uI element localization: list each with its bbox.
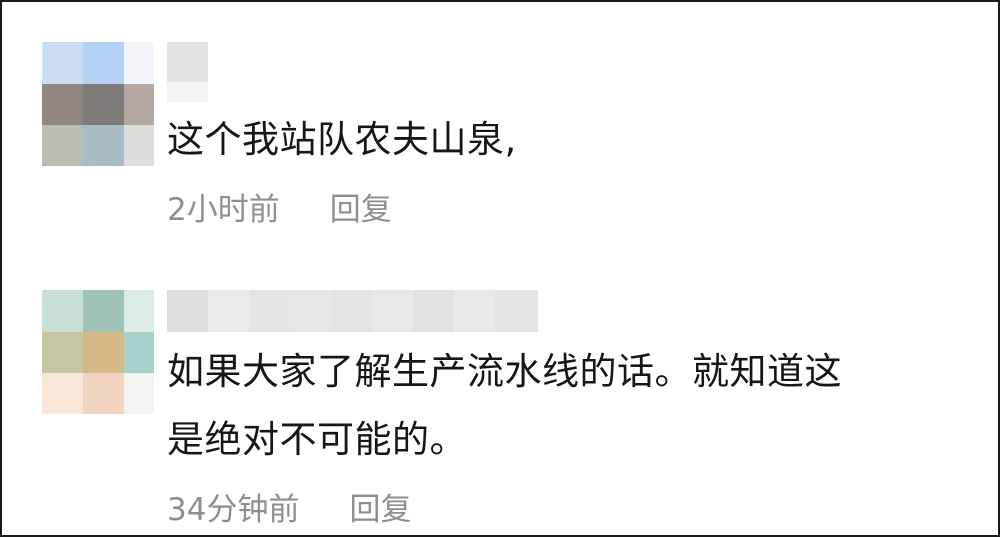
avatar-pixel xyxy=(42,290,83,332)
comment-body: 这个我站队农夫山泉, 2小时前 回复 xyxy=(167,42,978,232)
avatar-pixel xyxy=(42,125,83,166)
avatar-pixel xyxy=(42,42,83,84)
blur-block xyxy=(167,290,208,332)
avatar-pixel xyxy=(83,125,124,166)
blur-block xyxy=(290,290,331,332)
avatar-pixel xyxy=(83,84,124,125)
blur-block xyxy=(167,82,208,102)
avatar-pixel xyxy=(83,42,124,84)
reply-button[interactable]: 回复 xyxy=(330,184,392,229)
avatar-pixel xyxy=(124,84,154,125)
avatar-pixel xyxy=(124,373,154,414)
blur-block xyxy=(208,290,249,332)
avatar-pixel xyxy=(42,84,83,125)
reply-button[interactable]: 回复 xyxy=(349,484,411,529)
avatar-pixel xyxy=(83,290,124,332)
blur-block xyxy=(249,290,290,332)
username-blurred[interactable] xyxy=(167,290,978,332)
blur-block xyxy=(495,290,538,332)
avatar-pixel xyxy=(83,332,124,373)
blur-block xyxy=(413,290,454,332)
comment-meta: 34分钟前 回复 xyxy=(167,480,978,532)
avatar-pixel xyxy=(83,373,124,414)
blur-block xyxy=(372,290,413,332)
avatar-pixel xyxy=(124,125,154,166)
blur-block xyxy=(454,290,495,332)
avatar[interactable] xyxy=(42,42,154,166)
comment-meta: 2小时前 回复 xyxy=(167,180,978,232)
comment-body: 如果大家了解生产流水线的话。就知道这 是绝对不可能的。 34分钟前 回复 xyxy=(167,290,978,532)
avatar[interactable] xyxy=(42,290,154,414)
username-blurred[interactable] xyxy=(167,42,978,82)
blur-block xyxy=(167,42,208,82)
comment-text: 这个我站队农夫山泉, xyxy=(167,118,517,161)
avatar-pixel xyxy=(42,373,83,414)
avatar-pixel xyxy=(124,290,154,332)
comment-time: 2小时前 xyxy=(167,191,280,228)
blur-block xyxy=(331,290,372,332)
avatar-pixel xyxy=(124,42,154,84)
comment-time: 34分钟前 xyxy=(167,491,300,528)
avatar-pixel xyxy=(124,332,154,373)
comment-text: 如果大家了解生产流水线的话。就知道这 是绝对不可能的。 xyxy=(167,350,842,461)
comment-list: 这个我站队农夫山泉, 2小时前 回复 如果大家了解生产流水线的话。就知道这 是绝… xyxy=(0,0,1000,537)
avatar-pixel xyxy=(42,332,83,373)
